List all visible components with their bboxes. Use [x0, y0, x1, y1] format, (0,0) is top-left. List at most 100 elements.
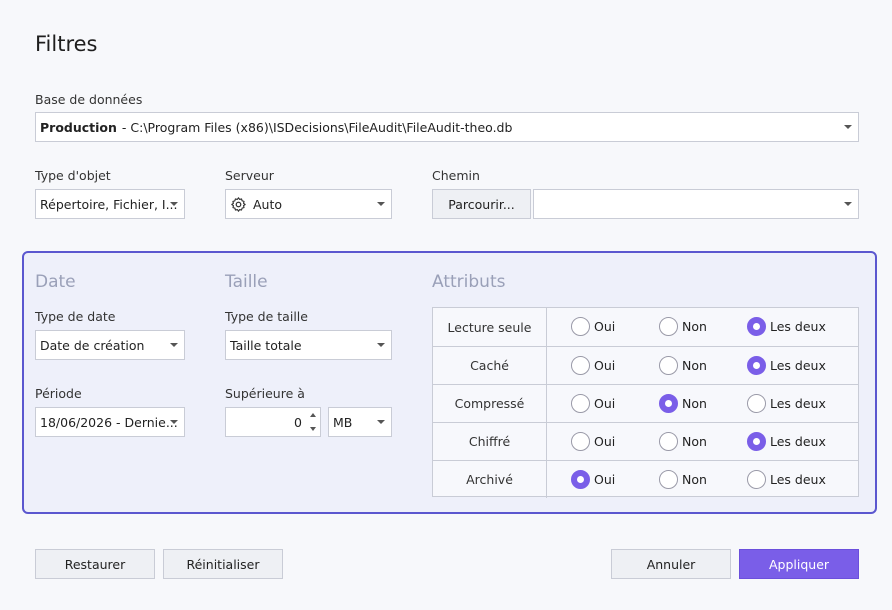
radio-label: Les deux [770, 472, 826, 487]
radio-icon [659, 317, 678, 336]
radio-label: Oui [594, 472, 616, 487]
radio-label: Oui [594, 396, 616, 411]
path-label: Chemin [432, 168, 480, 183]
radio-icon [571, 470, 590, 489]
attribute-row: Archivé Oui Non Les deux [433, 460, 858, 498]
date-section-title: Date [35, 272, 76, 292]
apply-button[interactable]: Appliquer [739, 549, 859, 579]
attribute-label: Chiffré [433, 423, 547, 460]
database-label: Base de données [35, 92, 143, 107]
radio-label: Oui [594, 358, 616, 373]
radio-non[interactable]: Non [659, 317, 707, 336]
restore-button[interactable]: Restaurer [35, 549, 155, 579]
attribute-label: Caché [433, 347, 547, 384]
period-label: Période [35, 386, 82, 401]
object-type-label: Type d'objet [35, 168, 111, 183]
radio-icon [571, 394, 590, 413]
radio-non[interactable]: Non [659, 356, 707, 375]
radio-les-deux[interactable]: Les deux [747, 317, 826, 336]
attribute-label: Compressé [433, 385, 547, 422]
object-type-select[interactable]: Répertoire, Fichier, I... [35, 189, 185, 219]
path-select[interactable] [533, 189, 859, 219]
radio-icon [571, 317, 590, 336]
radio-oui[interactable]: Oui [571, 394, 615, 413]
chevron-down-icon [170, 420, 178, 424]
radio-icon [659, 470, 678, 489]
gear-icon [230, 196, 247, 213]
cancel-button[interactable]: Annuler [611, 549, 731, 579]
attributes-table: Lecture seule Oui Non Les deux Caché Oui… [432, 307, 859, 498]
object-type-value: Répertoire, Fichier, I... [40, 196, 178, 212]
chevron-down-icon [377, 420, 385, 424]
database-path: - C:\Program Files (x86)\ISDecisions\Fil… [121, 119, 513, 135]
radio-label: Les deux [770, 396, 826, 411]
radio-icon [747, 356, 766, 375]
attribute-row: Caché Oui Non Les deux [433, 346, 858, 384]
radio-les-deux[interactable]: Les deux [747, 470, 826, 489]
greater-than-value: 0 [294, 414, 302, 430]
radio-non[interactable]: Non [659, 394, 707, 413]
radio-label: Oui [594, 434, 616, 449]
radio-icon [571, 432, 590, 451]
spinner-arrows-icon[interactable] [306, 408, 320, 436]
attribute-row: Lecture seule Oui Non Les deux [433, 308, 858, 346]
radio-oui[interactable]: Oui [571, 470, 615, 489]
attributes-section-title: Attributs [432, 272, 506, 292]
database-select[interactable]: Production - C:\Program Files (x86)\ISDe… [35, 112, 859, 142]
size-type-label: Type de taille [225, 309, 308, 324]
radio-label: Les deux [770, 358, 826, 373]
radio-oui[interactable]: Oui [571, 317, 615, 336]
radio-icon [747, 432, 766, 451]
radio-label: Les deux [770, 434, 826, 449]
radio-label: Les deux [770, 319, 826, 334]
chevron-down-icon [377, 202, 385, 206]
period-select[interactable]: 18/06/2026 - Dernie... [35, 407, 185, 437]
date-type-select[interactable]: Date de création [35, 330, 185, 360]
size-type-value: Taille totale [230, 337, 302, 353]
size-section-title: Taille [225, 272, 268, 292]
radio-non[interactable]: Non [659, 470, 707, 489]
greater-than-stepper[interactable]: 0 [225, 407, 321, 437]
database-name: Production [40, 119, 117, 135]
chevron-down-icon [170, 202, 178, 206]
radio-icon [659, 356, 678, 375]
radio-label: Non [682, 358, 707, 373]
size-unit-select[interactable]: MB [328, 407, 392, 437]
attribute-row: Compressé Oui Non Les deux [433, 384, 858, 422]
radio-icon [747, 317, 766, 336]
radio-label: Non [682, 319, 707, 334]
radio-oui[interactable]: Oui [571, 432, 615, 451]
server-select[interactable]: Auto [225, 189, 392, 219]
radio-icon [747, 470, 766, 489]
browse-button[interactable]: Parcourir... [432, 189, 531, 219]
chevron-down-icon [377, 343, 385, 347]
reset-button[interactable]: Réinitialiser [163, 549, 283, 579]
radio-oui[interactable]: Oui [571, 356, 615, 375]
radio-les-deux[interactable]: Les deux [747, 394, 826, 413]
radio-icon [747, 394, 766, 413]
size-type-select[interactable]: Taille totale [225, 330, 392, 360]
server-value: Auto [253, 196, 283, 212]
radio-label: Non [682, 434, 707, 449]
chevron-down-icon [170, 343, 178, 347]
radio-non[interactable]: Non [659, 432, 707, 451]
attribute-label: Lecture seule [433, 308, 547, 346]
radio-les-deux[interactable]: Les deux [747, 432, 826, 451]
period-value: 18/06/2026 - Dernie... [40, 414, 178, 430]
radio-icon [659, 432, 678, 451]
server-label: Serveur [225, 168, 274, 183]
size-unit-value: MB [333, 414, 353, 430]
attribute-row: Chiffré Oui Non Les deux [433, 422, 858, 460]
radio-les-deux[interactable]: Les deux [747, 356, 826, 375]
chevron-down-icon [844, 202, 852, 206]
greater-than-label: Supérieure à [225, 386, 305, 401]
date-type-label: Type de date [35, 309, 116, 324]
date-type-value: Date de création [40, 337, 145, 353]
radio-label: Oui [594, 319, 616, 334]
radio-icon [571, 356, 590, 375]
radio-label: Non [682, 472, 707, 487]
chevron-down-icon [844, 125, 852, 129]
radio-label: Non [682, 396, 707, 411]
page-title: Filtres [35, 32, 98, 56]
attribute-label: Archivé [433, 461, 547, 498]
